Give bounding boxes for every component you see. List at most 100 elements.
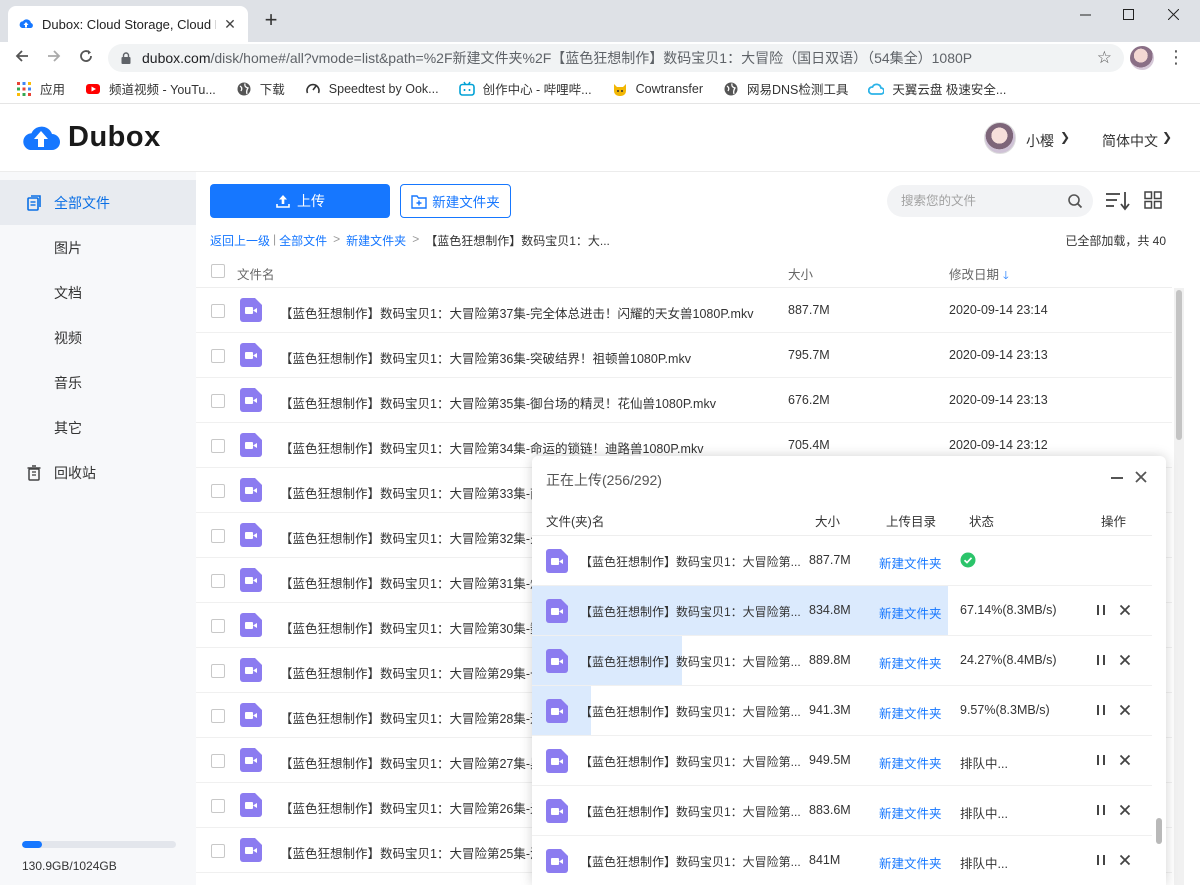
upload-list-scrollbar[interactable] [1152, 536, 1166, 885]
file-name[interactable]: 【蓝色狂想制作】数码宝贝1：大冒险第30集-数 [280, 618, 543, 637]
breadcrumb-all-files-link[interactable]: 全部文件 [279, 232, 327, 249]
file-name[interactable]: 【蓝色狂想制作】数码宝贝1：大冒险第25集-沉 [280, 843, 543, 862]
scrollbar-thumb[interactable] [1156, 818, 1162, 844]
file-row-checkbox[interactable] [211, 394, 225, 408]
tab-close-icon[interactable]: ✕ [222, 16, 238, 32]
grid-view-icon[interactable] [1144, 191, 1162, 209]
file-row-checkbox[interactable] [211, 484, 225, 498]
breadcrumb-back-link[interactable]: 返回上一级 [210, 232, 270, 249]
user-avatar[interactable] [984, 122, 1016, 154]
language-selector[interactable]: 简体中文 [1102, 131, 1158, 151]
bookmark-star-icon[interactable]: ☆ [1097, 49, 1112, 67]
select-all-checkbox[interactable] [211, 264, 225, 278]
pause-icon[interactable] [1094, 653, 1108, 667]
file-row-checkbox[interactable] [211, 349, 225, 363]
scrollbar-thumb[interactable] [1176, 290, 1182, 440]
sidebar-item-documents[interactable]: 文档 [0, 270, 196, 315]
file-name[interactable]: 【蓝色狂想制作】数码宝贝1：大冒险第28集-追 [280, 708, 543, 727]
bookmark-item[interactable]: 天翼云盘 极速安全... [868, 79, 1006, 98]
upload-target-dir-link[interactable]: 新建文件夹 [879, 853, 942, 872]
upload-target-dir-link[interactable]: 新建文件夹 [879, 753, 942, 772]
cancel-upload-icon[interactable] [1118, 653, 1132, 667]
column-header-name[interactable]: 文件名 [237, 264, 275, 283]
user-name[interactable]: 小樱 [1026, 131, 1054, 151]
address-bar[interactable]: dubox.com/disk/home#/all?vmode=list&path… [108, 44, 1124, 72]
bookmark-item[interactable]: 下载 [236, 79, 285, 98]
chevron-down-icon[interactable]: ❯ [1060, 130, 1070, 144]
file-name[interactable]: 【蓝色狂想制作】数码宝贝1：大冒险第33集-南 [280, 483, 543, 502]
reload-button[interactable] [74, 46, 98, 70]
search-input[interactable] [901, 194, 1051, 208]
upload-target-dir-link[interactable]: 新建文件夹 [879, 603, 942, 622]
file-row-checkbox[interactable] [211, 664, 225, 678]
window-close-button[interactable] [1150, 0, 1196, 28]
file-name[interactable]: 【蓝色狂想制作】数码宝贝1：大冒险第26集-光 [280, 798, 543, 817]
file-row-checkbox[interactable] [211, 304, 225, 318]
pause-icon[interactable] [1094, 753, 1108, 767]
forward-button[interactable] [42, 46, 66, 70]
file-row-checkbox[interactable] [211, 844, 225, 858]
file-name[interactable]: 【蓝色狂想制作】数码宝贝1：大冒险第36集-突破结界！祖顿兽1080P.mkv [280, 348, 691, 367]
file-row-checkbox[interactable] [211, 439, 225, 453]
new-folder-button[interactable]: 新建文件夹 [400, 184, 511, 218]
close-icon[interactable] [1133, 469, 1149, 485]
file-name[interactable]: 【蓝色狂想制作】数码宝贝1：大冒险第27集-黑 [280, 753, 543, 772]
sidebar-item-recycle-bin[interactable]: 回收站 [0, 450, 196, 495]
cancel-upload-icon[interactable] [1118, 703, 1132, 717]
bookmark-item[interactable]: 创作中心 - 哔哩哔... [458, 79, 592, 98]
cancel-upload-icon[interactable] [1118, 803, 1132, 817]
file-name[interactable]: 【蓝色狂想制作】数码宝贝1：大冒险第31集-烂 [280, 573, 543, 592]
bookmark-item[interactable]: Cowtransfer [612, 81, 703, 97]
sidebar-item-images[interactable]: 图片 [0, 225, 196, 270]
window-maximize-button[interactable] [1105, 0, 1151, 28]
file-row[interactable]: 【蓝色狂想制作】数码宝贝1：大冒险第36集-突破结界！祖顿兽1080P.mkv 7… [196, 333, 1172, 378]
upload-target-dir-link[interactable]: 新建文件夹 [879, 803, 942, 822]
pause-icon[interactable] [1094, 703, 1108, 717]
column-header-size[interactable]: 大小 [788, 264, 813, 283]
file-row-checkbox[interactable] [211, 619, 225, 633]
file-row-checkbox[interactable] [211, 574, 225, 588]
file-name[interactable]: 【蓝色狂想制作】数码宝贝1：大冒险第35集-御台场的精灵！花仙兽1080P.mk… [280, 393, 716, 412]
pause-icon[interactable] [1094, 603, 1108, 617]
upload-button[interactable]: 上传 [210, 184, 390, 218]
chevron-down-icon[interactable]: ❯ [1162, 130, 1172, 144]
bookmark-item[interactable]: Speedtest by Ook... [305, 81, 439, 97]
window-minimize-button[interactable] [1062, 0, 1108, 28]
upload-target-dir-link[interactable]: 新建文件夹 [879, 703, 942, 722]
breadcrumb-folder-link[interactable]: 新建文件夹 [346, 232, 406, 249]
file-row-checkbox[interactable] [211, 754, 225, 768]
file-row[interactable]: 【蓝色狂想制作】数码宝贝1：大冒险第37集-完全体总进击！闪耀的天女兽1080P… [196, 288, 1172, 333]
back-button[interactable] [10, 46, 34, 70]
file-name[interactable]: 【蓝色狂想制作】数码宝贝1：大冒险第29集-长 [280, 663, 543, 682]
sidebar-item-all-files[interactable]: 全部文件 [0, 180, 196, 225]
file-name[interactable]: 【蓝色狂想制作】数码宝贝1：大冒险第34集-命运的锁链！迪路兽1080P.mkv [280, 438, 703, 457]
cancel-upload-icon[interactable] [1118, 853, 1132, 867]
cancel-upload-icon[interactable] [1118, 753, 1132, 767]
pause-icon[interactable] [1094, 853, 1108, 867]
file-name[interactable]: 【蓝色狂想制作】数码宝贝1：大冒险第32集-火 [280, 528, 543, 547]
file-list-scrollbar[interactable] [1174, 288, 1184, 885]
bookmark-item[interactable]: 频道视频 - YouTu... [85, 79, 216, 98]
browser-tab[interactable]: Dubox: Cloud Storage, Cloud Backup ✕ [8, 6, 248, 42]
pause-icon[interactable] [1094, 803, 1108, 817]
upload-target-dir-link[interactable]: 新建文件夹 [879, 553, 942, 572]
file-name[interactable]: 【蓝色狂想制作】数码宝贝1：大冒险第37集-完全体总进击！闪耀的天女兽1080P… [280, 303, 753, 322]
cancel-upload-icon[interactable] [1118, 603, 1132, 617]
sidebar-item-music[interactable]: 音乐 [0, 360, 196, 405]
upload-target-dir-link[interactable]: 新建文件夹 [879, 653, 942, 672]
sidebar-item-videos[interactable]: 视频 [0, 315, 196, 360]
sort-icon[interactable] [1105, 190, 1131, 212]
minimize-icon[interactable] [1109, 469, 1125, 485]
column-header-date[interactable]: 修改日期 🡓 [949, 264, 1009, 286]
bookmark-item[interactable]: 应用 [16, 79, 65, 98]
file-row[interactable]: 【蓝色狂想制作】数码宝贝1：大冒险第35集-御台场的精灵！花仙兽1080P.mk… [196, 378, 1172, 423]
file-row-checkbox[interactable] [211, 709, 225, 723]
new-tab-button[interactable]: + [260, 9, 282, 32]
bookmark-item[interactable]: 网易DNS检测工具 [723, 79, 848, 98]
file-row-checkbox[interactable] [211, 529, 225, 543]
browser-profile-avatar[interactable] [1130, 46, 1154, 70]
search-icon[interactable] [1067, 193, 1083, 209]
sidebar-item-other[interactable]: 其它 [0, 405, 196, 450]
dubox-logo[interactable]: Dubox [20, 120, 161, 154]
browser-menu-icon[interactable]: ⋮ [1166, 46, 1186, 70]
